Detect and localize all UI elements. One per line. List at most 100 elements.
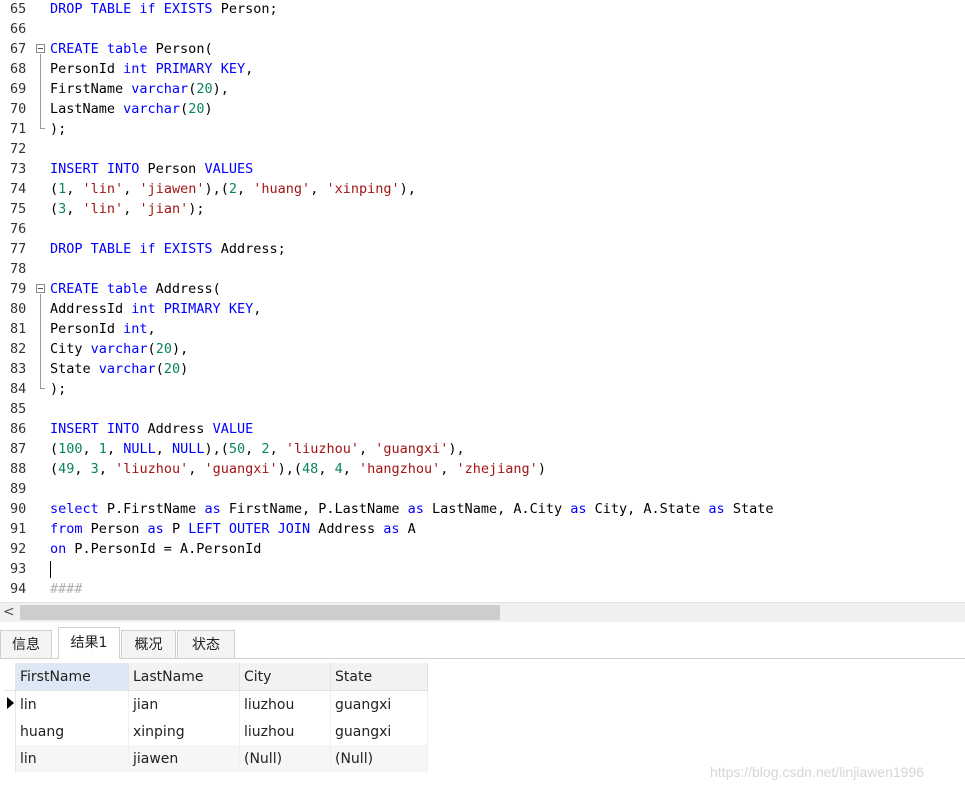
table-cell[interactable]: jian bbox=[128, 690, 240, 718]
line-number: 73 bbox=[10, 161, 27, 177]
code-token: Person bbox=[139, 161, 205, 177]
code-text: #### bbox=[50, 579, 83, 599]
table-cell[interactable]: lin bbox=[15, 745, 129, 772]
table-cell[interactable]: huang bbox=[15, 718, 129, 745]
code-line[interactable]: 77 DROP TABLE if EXISTS Address; bbox=[0, 239, 965, 259]
code-line[interactable]: 79 CREATE table Address( bbox=[0, 279, 965, 299]
code-line[interactable]: 69 FirstName varchar(20), bbox=[0, 79, 965, 99]
results-grid[interactable]: FirstName LastName City State lin jian l… bbox=[4, 663, 428, 772]
line-number: 71 bbox=[10, 121, 27, 137]
table-cell[interactable]: jiawen bbox=[128, 745, 240, 772]
null-cell[interactable]: (Null) bbox=[239, 745, 331, 772]
keyword-token: LEFT OUTER JOIN bbox=[188, 521, 311, 537]
table-cell[interactable]: guangxi bbox=[330, 718, 428, 745]
code-token: , bbox=[310, 181, 327, 197]
code-line[interactable]: 91 from Person as P LEFT OUTER JOIN Addre… bbox=[0, 519, 965, 539]
fold-collapse-icon[interactable] bbox=[36, 284, 45, 293]
code-line[interactable]: 75 (3, 'lin', 'jian'); bbox=[0, 199, 965, 219]
code-token: ( bbox=[155, 361, 164, 377]
keyword-token: as bbox=[708, 501, 725, 517]
code-line[interactable]: 92 on P.PersonId = A.PersonId bbox=[0, 539, 965, 559]
number-token: 48 bbox=[302, 461, 319, 477]
row-indicator[interactable] bbox=[4, 745, 16, 772]
code-line[interactable]: 72 bbox=[0, 139, 965, 159]
column-header-lastname[interactable]: LastName bbox=[128, 663, 240, 691]
keyword-token: VALUES bbox=[204, 161, 254, 177]
null-cell[interactable]: (Null) bbox=[330, 745, 428, 772]
string-token: 'liuzhou' bbox=[285, 441, 359, 457]
code-token: , bbox=[188, 461, 205, 477]
code-line[interactable]: 68 PersonId int PRIMARY KEY, bbox=[0, 59, 965, 79]
code-token: ), bbox=[399, 181, 416, 197]
table-row[interactable]: lin jian liuzhou guangxi bbox=[4, 690, 428, 718]
line-number: 76 bbox=[10, 221, 27, 237]
code-line[interactable]: 86 INSERT INTO Address VALUE bbox=[0, 419, 965, 439]
tab-profile[interactable]: 概况 bbox=[121, 630, 176, 658]
sql-editor[interactable]: 65 DROP TABLE if EXISTS Person; 66 67 CREATE… bbox=[0, 0, 965, 602]
code-token: , bbox=[106, 441, 124, 457]
row-indicator[interactable] bbox=[4, 690, 16, 718]
code-line[interactable]: 70 LastName varchar(20) bbox=[0, 99, 965, 119]
line-number: 93 bbox=[10, 561, 27, 577]
code-token: , bbox=[245, 441, 262, 457]
code-line[interactable]: 89 bbox=[0, 479, 965, 499]
code-line[interactable]: 83 State varchar(20) bbox=[0, 359, 965, 379]
column-header-city[interactable]: City bbox=[239, 663, 331, 691]
code-token: P.PersonId = A.PersonId bbox=[66, 541, 262, 557]
string-token: 'huang' bbox=[253, 181, 311, 197]
code-line[interactable]: 88 (49, 3, 'liuzhou', 'guangxi'),(48, 4, … bbox=[0, 459, 965, 479]
scrollbar-thumb[interactable] bbox=[20, 605, 500, 620]
table-cell[interactable]: liuzhou bbox=[239, 690, 331, 718]
table-cell[interactable]: liuzhou bbox=[239, 718, 331, 745]
code-text: AddressId int PRIMARY KEY, bbox=[50, 299, 261, 319]
table-cell[interactable]: guangxi bbox=[330, 690, 428, 718]
line-number: 84 bbox=[10, 381, 27, 397]
code-token: ( bbox=[180, 101, 189, 117]
table-row[interactable]: huang xinping liuzhou guangxi bbox=[4, 718, 428, 745]
string-token: 'guangxi' bbox=[204, 461, 278, 477]
code-line[interactable]: 93 bbox=[0, 559, 965, 579]
tab-info[interactable]: 信息 bbox=[0, 630, 52, 658]
code-token: LastName bbox=[50, 101, 124, 117]
row-indicator[interactable] bbox=[4, 718, 16, 745]
table-cell[interactable]: xinping bbox=[128, 718, 240, 745]
fold-collapse-icon[interactable] bbox=[36, 44, 45, 53]
code-line[interactable]: 82 City varchar(20), bbox=[0, 339, 965, 359]
line-number: 81 bbox=[10, 321, 27, 337]
line-number: 90 bbox=[10, 501, 27, 517]
code-line[interactable]: 65 DROP TABLE if EXISTS Person; bbox=[0, 0, 965, 19]
scroll-left-icon[interactable]: < bbox=[3, 604, 15, 620]
line-number: 72 bbox=[10, 141, 27, 157]
code-line[interactable]: 87 (100, 1, NULL, NULL),(50, 2, 'liuzhou'… bbox=[0, 439, 965, 459]
keyword-token: as bbox=[204, 501, 221, 517]
code-line[interactable]: 73 INSERT INTO Person VALUES bbox=[0, 159, 965, 179]
column-header-state[interactable]: State bbox=[330, 663, 428, 691]
code-line[interactable]: 90 select P.FirstName as FirstName, P.Las… bbox=[0, 499, 965, 519]
code-line[interactable]: 67 CREATE table Person( bbox=[0, 39, 965, 59]
tab-result1[interactable]: 结果1 bbox=[58, 627, 120, 659]
code-line[interactable]: 81 PersonId int, bbox=[0, 319, 965, 339]
code-line[interactable]: 74 (1, 'lin', 'jiawen'),(2, 'huang', 'xin… bbox=[0, 179, 965, 199]
string-token: 'guangxi' bbox=[375, 441, 449, 457]
number-token: 20 bbox=[163, 361, 181, 377]
code-line[interactable]: 76 bbox=[0, 219, 965, 239]
code-line[interactable]: 78 bbox=[0, 259, 965, 279]
tab-status[interactable]: 状态 bbox=[177, 630, 235, 658]
line-number: 86 bbox=[10, 421, 27, 437]
code-line[interactable]: 71); bbox=[0, 119, 965, 139]
code-line[interactable]: 80 AddressId int PRIMARY KEY, bbox=[0, 299, 965, 319]
code-line[interactable]: 84); bbox=[0, 379, 965, 399]
table-cell[interactable]: lin bbox=[15, 690, 129, 718]
code-line[interactable]: 66 bbox=[0, 19, 965, 39]
horizontal-scrollbar[interactable]: < bbox=[0, 602, 965, 622]
code-line[interactable]: 85 bbox=[0, 399, 965, 419]
column-header-firstname[interactable]: FirstName bbox=[15, 663, 129, 691]
code-text: INSERT INTO Address VALUE bbox=[50, 419, 253, 439]
code-token: PersonId bbox=[50, 61, 124, 77]
table-row[interactable]: lin jiawen (Null) (Null) bbox=[4, 745, 428, 772]
keyword-token: VALUE bbox=[212, 421, 254, 437]
code-token: City, A.State bbox=[586, 501, 709, 517]
code-line[interactable]: 94 #### bbox=[0, 579, 965, 599]
code-text: FirstName varchar(20), bbox=[50, 79, 229, 99]
string-token: 'xinping' bbox=[326, 181, 400, 197]
